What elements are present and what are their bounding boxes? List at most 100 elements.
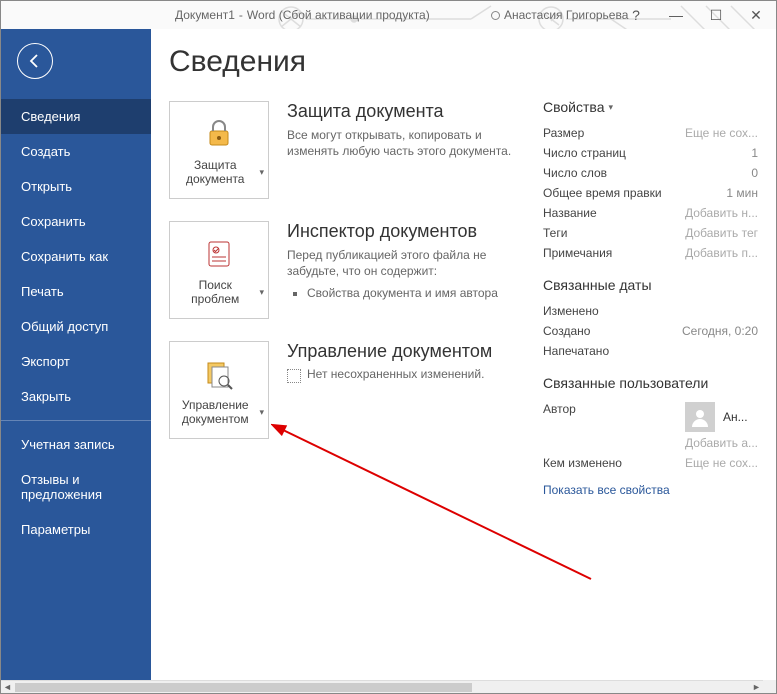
content-panel: Сведения Защита документа▾ Защита докуме… (151, 29, 776, 680)
button-label: Управление документом (174, 398, 256, 426)
scroll-right-icon[interactable]: ► (750, 681, 763, 694)
prop-title[interactable]: Название Добавить н... (543, 203, 758, 223)
nav-separator (1, 420, 151, 421)
documents-icon (202, 354, 236, 394)
prop-value: Добавить тег (685, 226, 758, 240)
help-button[interactable]: ? (620, 7, 652, 23)
nav-label: Создать (21, 144, 70, 159)
prop-value: 1 (751, 146, 758, 160)
app-window: Документ1 - Word (Сбой активации продукт… (0, 0, 777, 694)
inspect-title: Инспектор документов (287, 221, 517, 243)
check-issues-button[interactable]: Поиск проблем▾ (169, 221, 269, 319)
properties-dropdown[interactable]: Свойства ▾ (543, 99, 758, 115)
prop-value: Сегодня, 0:20 (682, 324, 758, 338)
back-button[interactable] (17, 43, 53, 79)
dates-header: Связанные даты (543, 277, 758, 293)
show-all-properties-link[interactable]: Показать все свойства (543, 483, 670, 497)
scrollbar-corner (763, 680, 776, 693)
nav-close[interactable]: Закрыть (1, 379, 151, 414)
prop-tags[interactable]: ТегиДобавить тег (543, 223, 758, 243)
nav-label: Печать (21, 284, 64, 299)
prop-author: Автор Ан... Добавить а... (543, 399, 758, 453)
chevron-down-icon: ▾ (259, 407, 264, 418)
protect-document-button[interactable]: Защита документа▾ (169, 101, 269, 199)
properties-panel: Свойства ▾ РазмерЕще не сох... Число стр… (543, 99, 758, 497)
users-header: Связанные пользователи (543, 375, 758, 391)
prop-label: Число слов (543, 166, 607, 180)
sidebar: Сведения Создать Открыть Сохранить Сохра… (1, 29, 151, 680)
horizontal-scrollbar[interactable]: ◄ ► (1, 680, 763, 693)
nav-account[interactable]: Учетная запись (1, 427, 151, 462)
protect-title: Защита документа (287, 101, 517, 123)
scrollbar-thumb[interactable] (15, 683, 472, 692)
nav-open[interactable]: Открыть (1, 169, 151, 204)
checklist-icon (202, 234, 236, 274)
prop-pages: Число страниц 1 (543, 143, 758, 163)
prop-label: Число страниц (543, 146, 626, 160)
author-entry[interactable]: Ан... (685, 402, 758, 432)
app-name: Word (Сбой активации продукта) (247, 8, 430, 22)
nav-share[interactable]: Общий доступ (1, 309, 151, 344)
nav-options[interactable]: Параметры (1, 512, 151, 547)
prop-size: РазмерЕще не сох... (543, 123, 758, 143)
prop-changed-by: Кем изменено Еще не сох... (543, 453, 758, 473)
user-status-icon (491, 11, 500, 20)
nav-export[interactable]: Экспорт (1, 344, 151, 379)
protect-desc: Все могут открывать, копировать и изменя… (287, 127, 517, 161)
prop-modified: Изменено (543, 301, 758, 321)
maximize-button[interactable]: ☐ (700, 7, 732, 24)
prop-label: Создано (543, 324, 590, 338)
avatar-icon (685, 402, 715, 432)
chevron-down-icon: ▾ (259, 167, 264, 178)
prop-value: Добавить н... (685, 206, 758, 220)
chevron-down-icon: ▾ (608, 102, 613, 113)
inspect-bullets: Свойства документа и имя автора (287, 286, 517, 300)
button-label: Защита документа (174, 158, 256, 186)
nav-label: Закрыть (21, 389, 71, 404)
body: Сведения Создать Открыть Сохранить Сохра… (1, 29, 776, 680)
close-button[interactable]: ✕ (740, 7, 772, 24)
nav-label: Учетная запись (21, 437, 115, 452)
nav-info[interactable]: Сведения (1, 99, 151, 134)
add-author[interactable]: Добавить а... (685, 436, 758, 450)
prop-created: Создано Сегодня, 0:20 (543, 321, 758, 341)
prop-comments[interactable]: ПримечанияДобавить п... (543, 243, 758, 263)
title-sep: - (239, 8, 243, 22)
nav-save[interactable]: Сохранить (1, 204, 151, 239)
inspect-bullet: Свойства документа и имя автора (307, 286, 517, 300)
nav-label: Общий доступ (21, 319, 108, 334)
prop-label: Размер (543, 126, 584, 140)
nav-feedback[interactable]: Отзывы и предложения (1, 462, 151, 512)
chevron-down-icon: ▾ (259, 287, 264, 298)
nav-label: Отзывы и предложения (21, 472, 102, 502)
prop-printed: Напечатано (543, 341, 758, 361)
document-icon (287, 369, 301, 383)
prop-value: Еще не сох... (685, 456, 758, 470)
nav-label: Открыть (21, 179, 72, 194)
manage-title: Управление документом (287, 341, 517, 363)
document-name: Документ1 (175, 8, 235, 22)
prop-label: Автор (543, 402, 576, 416)
prop-value: 0 (751, 166, 758, 180)
minimize-button[interactable]: — (660, 7, 692, 23)
prop-value: Добавить п... (685, 246, 758, 260)
prop-label: Кем изменено (543, 456, 622, 470)
scroll-left-icon[interactable]: ◄ (1, 681, 14, 694)
no-changes-row: Нет несохраненных изменений. (287, 367, 517, 383)
no-changes-text: Нет несохраненных изменений. (307, 367, 484, 381)
prop-label: Напечатано (543, 344, 609, 358)
user-name[interactable]: Анастасия Григорьева (504, 8, 628, 22)
nav-label: Параметры (21, 522, 90, 537)
inspect-desc: Перед публикацией этого файла не забудьт… (287, 247, 517, 281)
nav-new[interactable]: Создать (1, 134, 151, 169)
prop-label: Название (543, 206, 597, 220)
button-label: Поиск проблем (174, 278, 256, 306)
nav-save-as[interactable]: Сохранить как (1, 239, 151, 274)
lock-icon (202, 114, 236, 154)
nav-label: Сохранить как (21, 249, 108, 264)
prop-label: Общее время правки (543, 186, 662, 200)
manage-document-button[interactable]: Управление документом▾ (169, 341, 269, 439)
prop-label: Изменено (543, 304, 599, 318)
nav-print[interactable]: Печать (1, 274, 151, 309)
nav-label: Сведения (21, 109, 80, 124)
